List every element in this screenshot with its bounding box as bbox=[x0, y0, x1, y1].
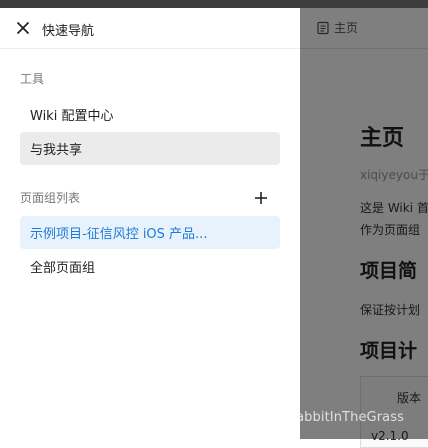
nav-item-shared-with-me[interactable]: 与我共享 bbox=[20, 132, 280, 165]
drawer-header: 快速导航 bbox=[0, 8, 300, 49]
add-group-button[interactable] bbox=[254, 190, 268, 204]
drawer-title: 快速导航 bbox=[42, 24, 95, 39]
tools-section-label: 工具 bbox=[20, 72, 45, 86]
watermark: https://blog.csdn.net/RabbitInTheGrass bbox=[146, 410, 404, 425]
nav-item-all-groups[interactable]: 全部页面组 bbox=[20, 250, 280, 283]
modal-overlay[interactable] bbox=[300, 8, 428, 439]
nav-item-label: Wiki 配置中心 bbox=[30, 109, 114, 124]
window-top-strip bbox=[0, 0, 428, 8]
nav-item-example-project[interactable]: 示例项目-征信风控 iOS 产品... bbox=[20, 216, 280, 249]
nav-item-label: 示例项目-征信风控 iOS 产品... bbox=[30, 227, 208, 242]
nav-item-wiki-config[interactable]: Wiki 配置中心 bbox=[20, 98, 280, 131]
plus-icon bbox=[255, 192, 267, 204]
groups-section-label: 页面组列表 bbox=[20, 191, 81, 205]
quick-nav-drawer: 快速导航 工具 Wiki 配置中心 与我共享 页面组列表 示例项目-征信风控 i… bbox=[0, 8, 300, 439]
nav-item-label: 全部页面组 bbox=[30, 261, 96, 276]
close-icon bbox=[16, 21, 30, 35]
close-button[interactable] bbox=[14, 19, 32, 37]
nav-item-label: 与我共享 bbox=[30, 143, 83, 158]
